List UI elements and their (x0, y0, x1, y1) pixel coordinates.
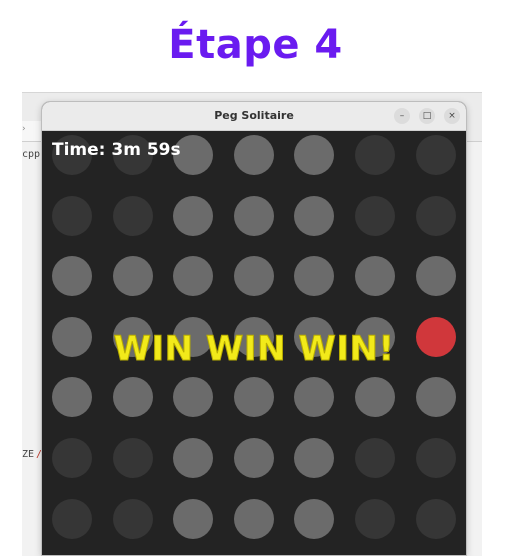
peg[interactable] (415, 256, 456, 297)
peg[interactable] (415, 377, 456, 418)
empty-hole[interactable] (52, 195, 92, 236)
peg[interactable] (173, 195, 214, 236)
game-window: Peg Solitaire – □ × Time: 3m 59s WIN WIN… (42, 102, 466, 555)
empty-hole[interactable] (355, 135, 395, 175)
chevron-right-icon: › (22, 124, 26, 134)
peg[interactable] (233, 498, 274, 539)
peg[interactable] (233, 195, 274, 236)
empty-hole[interactable] (415, 438, 456, 478)
peg[interactable] (294, 135, 335, 175)
maximize-icon[interactable]: □ (419, 108, 435, 124)
empty-hole[interactable] (52, 498, 92, 539)
empty-hole[interactable] (355, 195, 395, 236)
peg[interactable] (294, 195, 335, 236)
peg[interactable] (173, 438, 214, 478)
window-titlebar[interactable]: Peg Solitaire – □ × (42, 102, 466, 131)
empty-hole[interactable] (355, 498, 395, 539)
peg[interactable] (355, 256, 395, 297)
game-timer: Time: 3m 59s (52, 140, 181, 160)
win-message: WIN WIN WIN! (113, 329, 395, 370)
background-code-snippet-mid: ZE / (22, 449, 42, 460)
peg[interactable] (294, 256, 335, 297)
minimize-icon[interactable]: – (394, 108, 410, 124)
peg[interactable] (112, 256, 153, 297)
peg[interactable] (233, 377, 274, 418)
peg[interactable] (294, 438, 335, 478)
empty-hole[interactable] (355, 438, 395, 478)
background-code-snippet: cpp (22, 149, 41, 160)
empty-hole[interactable] (112, 195, 153, 236)
peg[interactable] (173, 498, 214, 539)
peg[interactable] (294, 498, 335, 539)
peg[interactable] (294, 377, 335, 418)
peg[interactable] (173, 256, 214, 297)
peg[interactable] (112, 377, 153, 418)
peg[interactable] (173, 377, 214, 418)
page-heading: Étape 4 (168, 22, 343, 68)
empty-hole[interactable] (52, 438, 92, 478)
peg[interactable] (52, 377, 92, 418)
empty-hole[interactable] (112, 498, 153, 539)
empty-hole[interactable] (415, 195, 456, 236)
peg[interactable] (233, 256, 274, 297)
close-icon[interactable]: × (444, 108, 460, 124)
empty-hole[interactable] (415, 498, 456, 539)
peg[interactable] (52, 256, 92, 297)
peg[interactable] (233, 135, 274, 175)
peg[interactable] (355, 377, 395, 418)
background-snippet-text: ZE (22, 449, 35, 460)
peg[interactable] (233, 438, 274, 478)
empty-hole[interactable] (415, 135, 456, 175)
empty-hole[interactable] (112, 438, 153, 478)
